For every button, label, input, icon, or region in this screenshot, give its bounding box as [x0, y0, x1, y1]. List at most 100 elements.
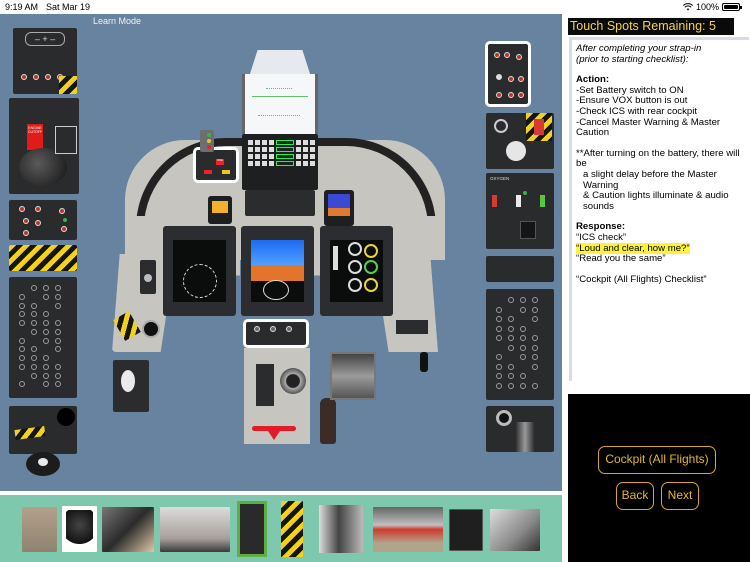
- circuit-breaker[interactable]: [55, 285, 61, 291]
- circuit-breaker[interactable]: [496, 354, 502, 360]
- circuit-breaker[interactable]: [520, 335, 526, 341]
- circuit-breaker[interactable]: [55, 372, 61, 379]
- upper-right-switch-panel[interactable]: [485, 41, 531, 107]
- circuit-breaker[interactable]: [55, 328, 61, 335]
- circuit-breaker[interactable]: [43, 355, 49, 361]
- circuit-breaker[interactable]: [19, 337, 25, 344]
- circuit-breaker[interactable]: [508, 325, 514, 332]
- circuit-breaker[interactable]: [43, 337, 49, 344]
- circuit-breaker[interactable]: [508, 316, 514, 322]
- left-switch-panel[interactable]: [9, 200, 77, 240]
- circuit-breaker[interactable]: [496, 325, 502, 332]
- circuit-breaker[interactable]: [43, 328, 49, 335]
- circuit-breaker[interactable]: [19, 363, 25, 370]
- circuit-breaker[interactable]: [31, 355, 37, 361]
- circuit-breaker[interactable]: [532, 382, 538, 389]
- circuit-breaker[interactable]: [508, 382, 514, 389]
- right-circuit-breaker-panel[interactable]: [486, 289, 554, 400]
- circuit-breaker[interactable]: [55, 346, 61, 353]
- circuit-breaker[interactable]: [55, 302, 61, 309]
- left-lower-seat-panel[interactable]: [9, 406, 77, 454]
- circuit-breaker[interactable]: [520, 382, 526, 389]
- circuit-breaker[interactable]: [43, 285, 49, 291]
- left-hazard-panel[interactable]: [9, 245, 77, 271]
- circuit-breaker[interactable]: [55, 381, 61, 388]
- back-button[interactable]: Back: [616, 482, 654, 510]
- circuit-breaker[interactable]: [43, 363, 49, 370]
- ejection-handle[interactable]: [26, 452, 60, 476]
- center-pfd[interactable]: [241, 226, 314, 316]
- gear-handle-panel[interactable]: [113, 360, 149, 412]
- circuit-breaker[interactable]: [496, 316, 502, 322]
- circuit-breaker[interactable]: [43, 293, 49, 300]
- right-mfd[interactable]: [320, 226, 393, 316]
- warning-panel[interactable]: FIRE: [193, 147, 239, 183]
- instruction-notes[interactable]: After completing your strap-in (prior to…: [569, 37, 749, 381]
- hook-control[interactable]: [280, 368, 306, 394]
- thumbnail-flight-helmet[interactable]: [62, 506, 97, 552]
- thumbnail-aircraft-exterior[interactable]: [373, 507, 443, 552]
- circuit-breaker[interactable]: [55, 363, 61, 370]
- oxygen-panel[interactable]: OXYGEN: [486, 173, 554, 215]
- circuit-breaker[interactable]: [496, 382, 502, 389]
- lower-center-control-panel[interactable]: [243, 319, 309, 348]
- circuit-breaker[interactable]: [31, 363, 37, 370]
- circuit-breaker[interactable]: [532, 363, 538, 370]
- circuit-breaker[interactable]: [19, 381, 25, 388]
- circuit-breaker[interactable]: [532, 306, 538, 313]
- thumbnail-circuit-breaker-panel[interactable]: [449, 509, 483, 551]
- thumbnail-cockpit-seat-view[interactable]: [319, 505, 363, 553]
- circuit-breaker[interactable]: [532, 344, 538, 351]
- circuit-breaker[interactable]: [532, 297, 538, 303]
- right-blank-panel[interactable]: [486, 256, 554, 282]
- thumbnail-canopy-handle[interactable]: [102, 507, 154, 552]
- circuit-breaker[interactable]: [43, 311, 49, 318]
- circuit-breaker[interactable]: [520, 297, 526, 303]
- circuit-breaker[interactable]: [532, 335, 538, 341]
- head-up-display[interactable]: [240, 50, 320, 134]
- right-console-panel[interactable]: [486, 213, 554, 249]
- circuit-breaker[interactable]: [520, 344, 526, 351]
- circuit-breaker[interactable]: [508, 344, 514, 351]
- control-stick[interactable]: [320, 398, 336, 444]
- circuit-breaker[interactable]: [19, 346, 25, 353]
- up-front-control-panel[interactable]: [242, 134, 318, 190]
- right-console-panel-hazard[interactable]: [486, 113, 554, 169]
- circuit-breaker[interactable]: [520, 354, 526, 360]
- circuit-breaker[interactable]: [19, 320, 25, 326]
- circuit-breaker[interactable]: [55, 293, 61, 300]
- circuit-breaker[interactable]: [19, 302, 25, 309]
- thumbnail-strip[interactable]: [0, 495, 562, 562]
- circuit-breaker[interactable]: [43, 372, 49, 379]
- circuit-breaker[interactable]: [520, 325, 526, 332]
- thumbnail-ground-power-cart[interactable]: [160, 507, 230, 552]
- checklist-button[interactable]: Cockpit (All Flights): [598, 446, 716, 474]
- left-circuit-breaker-panel[interactable]: [9, 277, 77, 398]
- thumbnail-seat-safety-pin-panel[interactable]: [281, 501, 303, 557]
- circuit-breaker[interactable]: [31, 320, 37, 326]
- pedestal-control-panel[interactable]: [256, 364, 274, 406]
- circuit-breaker[interactable]: [43, 320, 49, 326]
- circuit-breaker[interactable]: [19, 355, 25, 361]
- circuit-breaker[interactable]: [496, 363, 502, 370]
- circuit-breaker[interactable]: [31, 328, 37, 335]
- circuit-breaker[interactable]: [496, 306, 502, 313]
- engine-cutoff-throttle-panel[interactable]: ENGINE CUTOFF: [9, 98, 79, 194]
- circuit-breaker[interactable]: [508, 297, 514, 303]
- standby-attitude-indicator[interactable]: [324, 190, 354, 226]
- circuit-breaker[interactable]: [19, 311, 25, 318]
- circuit-breaker[interactable]: [31, 372, 37, 379]
- right-dash-lever[interactable]: [420, 352, 428, 372]
- circuit-breaker[interactable]: [31, 311, 37, 318]
- circuit-breaker[interactable]: [508, 373, 514, 379]
- circuit-breaker[interactable]: [43, 381, 49, 388]
- left-mfd[interactable]: [163, 226, 236, 316]
- thumbnail-ejection-seat-harness[interactable]: [22, 507, 57, 552]
- rudder-pedal-adjust[interactable]: [252, 422, 296, 442]
- right-lower-panel[interactable]: [486, 406, 554, 452]
- ufcp-lower-panel[interactable]: [245, 190, 315, 216]
- circuit-breaker[interactable]: [508, 363, 514, 370]
- right-side-compartment[interactable]: [330, 352, 376, 400]
- parking-brake-handle[interactable]: [140, 260, 156, 294]
- circuit-breaker[interactable]: [532, 354, 538, 360]
